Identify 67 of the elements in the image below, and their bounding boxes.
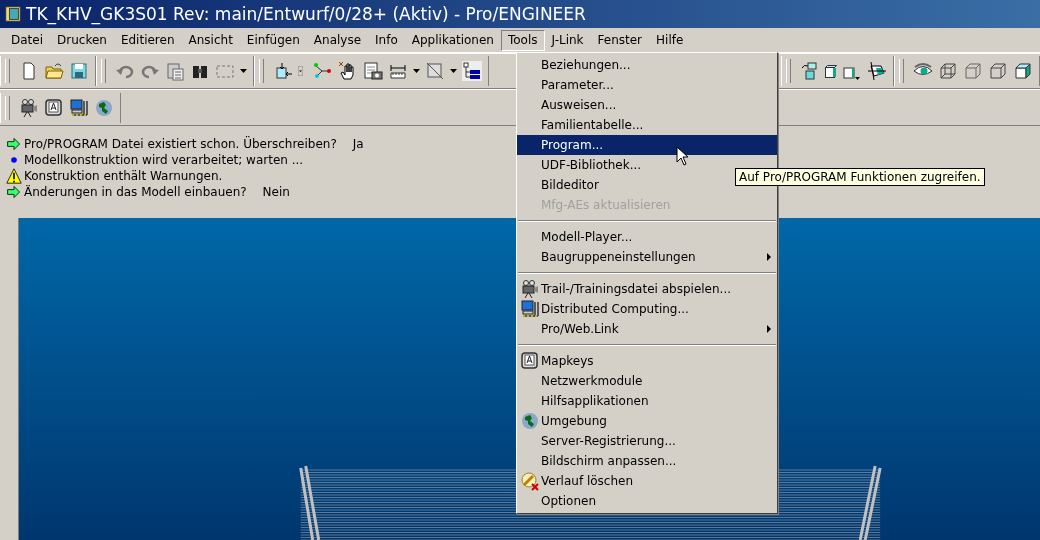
menu-option[interactable]: Distributed Computing...: [517, 299, 777, 319]
warning-icon: [6, 168, 22, 184]
menu-option[interactable]: Modell-Player...: [517, 227, 777, 247]
clipboard-icon: [165, 61, 185, 81]
arrow-icon: [6, 184, 22, 200]
tooltip: Auf Pro/PROGRAM Funktionen zugreifen.: [735, 168, 985, 186]
no-hidden-icon: [988, 61, 1008, 81]
datum-axis-icon: [313, 61, 333, 81]
menu-item[interactable]: Fenster: [590, 29, 650, 51]
window-title: TK_KHV_GK3S01 Rev: main/Entwurf/0/28+ (Aktiv) - Pro/ENGINEER: [26, 4, 586, 24]
menu-item[interactable]: Hilfe: [649, 29, 691, 51]
computer-icon: [520, 299, 540, 319]
part-icon[interactable]: [825, 64, 837, 78]
menu-item[interactable]: Analyse: [306, 29, 369, 51]
dropdown-arrow-icon[interactable]: [240, 69, 247, 73]
app-icon: [4, 5, 22, 23]
menu-option[interactable]: Mapkeys: [517, 351, 777, 371]
menu-option[interactable]: Server-Registrierung...: [517, 431, 777, 451]
globe-icon: [520, 411, 540, 431]
save-icon: [69, 61, 89, 81]
table-camera-icon: [363, 61, 383, 81]
menu-option[interactable]: Beziehungen...: [517, 55, 777, 75]
key-icon: [520, 351, 540, 371]
menu-item[interactable]: Einfügen: [239, 29, 307, 51]
dropdown-arrow-icon[interactable]: [450, 69, 457, 73]
datum-plane-icon: [273, 61, 293, 81]
message-answer: Nein: [262, 184, 290, 200]
menu-item[interactable]: J-Link: [544, 29, 591, 51]
message-text: Pro/PROGRAM Datei existiert schon. Überschreiben?: [24, 136, 337, 152]
menu-option[interactable]: Bildschirm anpassen...: [517, 451, 777, 471]
computer-icon: [69, 97, 89, 118]
mouse-cursor-icon: [676, 146, 690, 166]
menu-option[interactable]: Pro/Web.Link: [517, 319, 777, 339]
shaded-cube-icon: [1013, 61, 1033, 81]
dropdown-arrow-icon[interactable]: [413, 69, 420, 73]
menu-option[interactable]: Ausweisen...: [517, 95, 777, 115]
message-text: Änderungen in das Modell einbauen?: [24, 184, 247, 200]
menu-option[interactable]: Umgebung: [517, 411, 777, 431]
message-text: Konstruktion enthält Warnungen.: [24, 168, 223, 184]
menu-option[interactable]: Hilfsapplikationen: [517, 391, 777, 411]
menu-item[interactable]: Ansicht: [181, 29, 240, 51]
key-icon: [44, 97, 64, 118]
hidden-line-icon: [963, 61, 983, 81]
menu-option[interactable]: Verlauf löschen: [517, 471, 777, 491]
menu-option[interactable]: Program...: [517, 135, 777, 155]
open-folder-icon: [44, 61, 64, 81]
menu-item[interactable]: Editieren: [113, 29, 182, 51]
model-crossed-icon: [425, 61, 445, 81]
arrow-icon: [6, 136, 22, 152]
message-text: Modellkonstruktion wird verarbeitet; warten ...: [24, 152, 304, 168]
movie-camera-icon: [520, 279, 540, 299]
wireframe-icon: [938, 61, 958, 81]
menu-item[interactable]: Drucken: [50, 29, 114, 51]
menu-option[interactable]: Familientabelle...: [517, 115, 777, 135]
menu-option[interactable]: Baugruppeneinstellungen: [517, 247, 777, 267]
menu-item[interactable]: Info: [368, 29, 405, 51]
menu-option[interactable]: Optionen: [517, 491, 777, 511]
message-answer: Ja: [352, 136, 364, 152]
menu-option[interactable]: Trail-/Trainingsdatei abspielen...: [517, 279, 777, 299]
menu-item[interactable]: Datei: [4, 29, 50, 51]
model-tree-icon: [462, 61, 482, 81]
menu-item[interactable]: Applikationen: [404, 29, 501, 51]
menu-item[interactable]: Tools: [500, 29, 545, 51]
menu-option[interactable]: Netzwerkmodule: [517, 371, 777, 391]
movie-camera-icon: [19, 97, 39, 118]
globe-icon: [94, 97, 114, 118]
menu-option[interactable]: Parameter...: [517, 75, 777, 95]
